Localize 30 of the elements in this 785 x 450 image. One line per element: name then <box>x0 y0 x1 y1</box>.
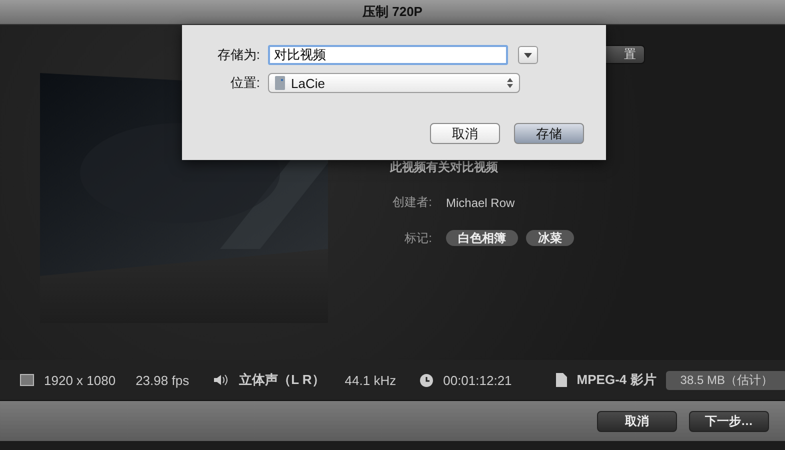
duration-text: 00:01:12:21 <box>443 372 512 388</box>
format-text: MPEG-4 影片 <box>576 371 656 389</box>
file-size-field: 38.5 MB（估计） <box>666 370 785 390</box>
creator-name: Michael Row <box>446 196 515 210</box>
location-label: 位置: <box>229 74 260 92</box>
stepper-icon <box>507 78 513 88</box>
window-title: 压制 720P <box>362 3 422 21</box>
description-text: 此视频有关对比视频 <box>390 159 499 176</box>
speaker-icon <box>213 374 230 386</box>
document-icon <box>556 373 567 387</box>
fps-text: 23.98 fps <box>136 372 190 388</box>
save-as-label: 存储为: <box>216 46 260 64</box>
location-popup[interactable]: LaCie <box>268 73 520 93</box>
expand-button[interactable] <box>518 46 538 64</box>
cancel-button[interactable]: 取消 <box>597 410 677 432</box>
tags-label: 标记: <box>404 230 432 246</box>
next-button[interactable]: 下一步… <box>689 410 769 432</box>
save-button[interactable]: 存储 <box>514 123 584 144</box>
clock-icon <box>420 374 434 386</box>
resolution-text: 1920 x 1080 <box>44 372 116 388</box>
sample-rate-text: 44.1 kHz <box>344 372 396 388</box>
tag[interactable]: 白色相簿 <box>446 230 518 246</box>
audio-text: 立体声（L R） <box>239 371 325 389</box>
cancel-button[interactable]: 取消 <box>430 123 500 144</box>
screen-icon <box>20 374 34 386</box>
caret-icon <box>524 52 532 58</box>
drive-icon <box>275 76 285 90</box>
tag[interactable]: 冰菜 <box>526 230 574 246</box>
file-name-field[interactable]: 对比视频 <box>268 45 508 65</box>
creator-label: 创建者: <box>392 194 432 211</box>
